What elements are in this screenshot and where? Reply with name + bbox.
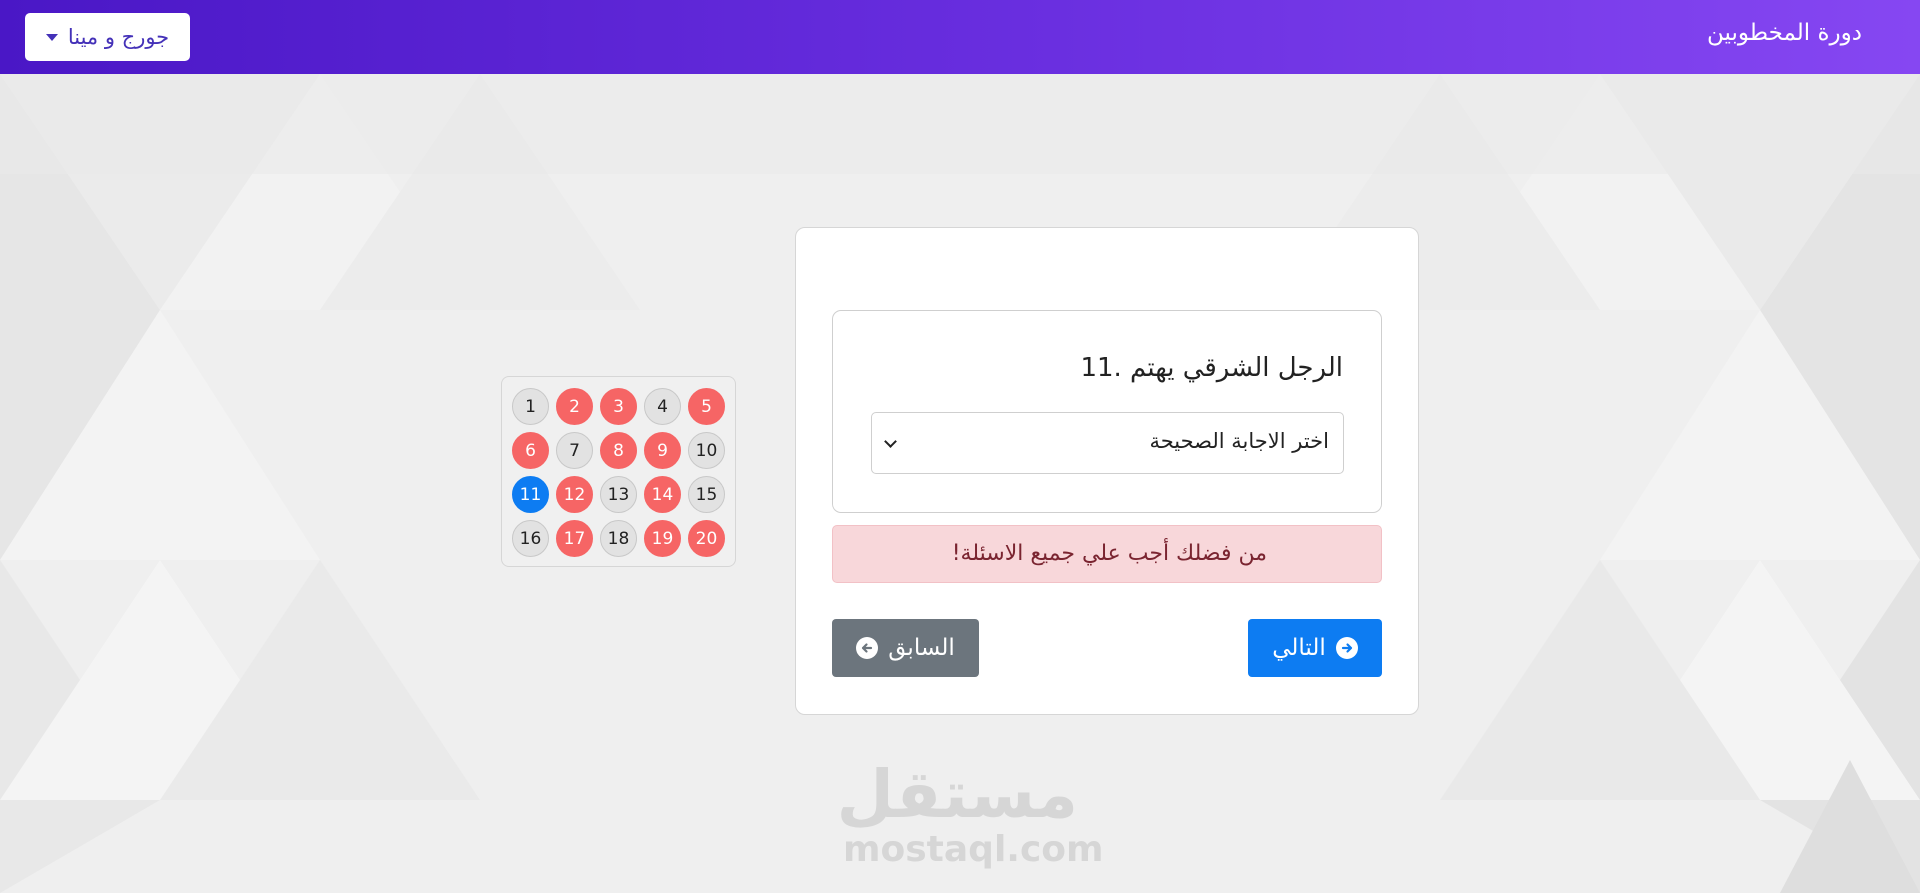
alert-text: من فضلك أجب علي جميع الاسئلة! — [951, 541, 1267, 566]
question-number-17[interactable]: 17 — [556, 520, 593, 557]
question-number-3[interactable]: 3 — [600, 388, 637, 425]
question-number-12[interactable]: 12 — [556, 476, 593, 513]
answer-select[interactable]: اختر الاجابة الصحيحة — [871, 412, 1344, 474]
brand-title[interactable]: دورة المخطوبين — [1707, 20, 1862, 46]
validation-alert: من فضلك أجب علي جميع الاسئلة! — [832, 525, 1382, 583]
question-number-19[interactable]: 19 — [644, 520, 681, 557]
question-number-6[interactable]: 6 — [512, 432, 549, 469]
question-number-18[interactable]: 18 — [600, 520, 637, 557]
question-navigator: 1 2 3 4 5 6 7 8 9 10 11 12 13 14 15 16 17 18 19 20 — [501, 376, 736, 567]
question-number-5[interactable]: 5 — [688, 388, 725, 425]
next-button[interactable]: التالي — [1248, 619, 1382, 677]
question-number-2[interactable]: 2 — [556, 388, 593, 425]
question-number-9[interactable]: 9 — [644, 432, 681, 469]
question-number-4[interactable]: 4 — [644, 388, 681, 425]
question-number-1[interactable]: 1 — [512, 388, 549, 425]
previous-button[interactable]: السابق — [832, 619, 979, 677]
answer-select-value: اختر الاجابة الصحيحة — [1149, 429, 1329, 453]
watermark-latin: mostaql.com — [843, 829, 1104, 870]
question-number-20[interactable]: 20 — [688, 520, 725, 557]
question-number-8[interactable]: 8 — [600, 432, 637, 469]
question-card: الرجل الشرقي يهتم .11 اختر الاجابة الصحي… — [795, 227, 1419, 715]
question-number-10[interactable]: 10 — [688, 432, 725, 469]
question-number-13[interactable]: 13 — [600, 476, 637, 513]
question-text: الرجل الشرقي يهتم .11 — [1080, 353, 1343, 383]
chevron-down-icon — [884, 435, 897, 448]
arrow-circle-right-icon — [1335, 637, 1358, 659]
question-number-16[interactable]: 16 — [512, 520, 549, 557]
watermark-arabic: مستقل — [836, 756, 1078, 833]
user-menu-label: جورج و مينا — [67, 25, 170, 49]
watermark-logo: مستقل mostaql.com — [836, 756, 1104, 875]
question-number-11[interactable]: 11 — [512, 476, 549, 513]
question-box: الرجل الشرقي يهتم .11 اختر الاجابة الصحي… — [832, 310, 1382, 513]
previous-button-label: السابق — [888, 635, 955, 661]
next-button-label: التالي — [1272, 635, 1326, 661]
question-number-15[interactable]: 15 — [688, 476, 725, 513]
question-number-7[interactable]: 7 — [556, 432, 593, 469]
top-navbar: دورة المخطوبين جورج و مينا — [0, 0, 1920, 74]
user-menu-button[interactable]: جورج و مينا — [25, 13, 190, 61]
caret-down-icon — [45, 33, 58, 41]
arrow-circle-left-icon — [856, 637, 879, 659]
question-number-14[interactable]: 14 — [644, 476, 681, 513]
